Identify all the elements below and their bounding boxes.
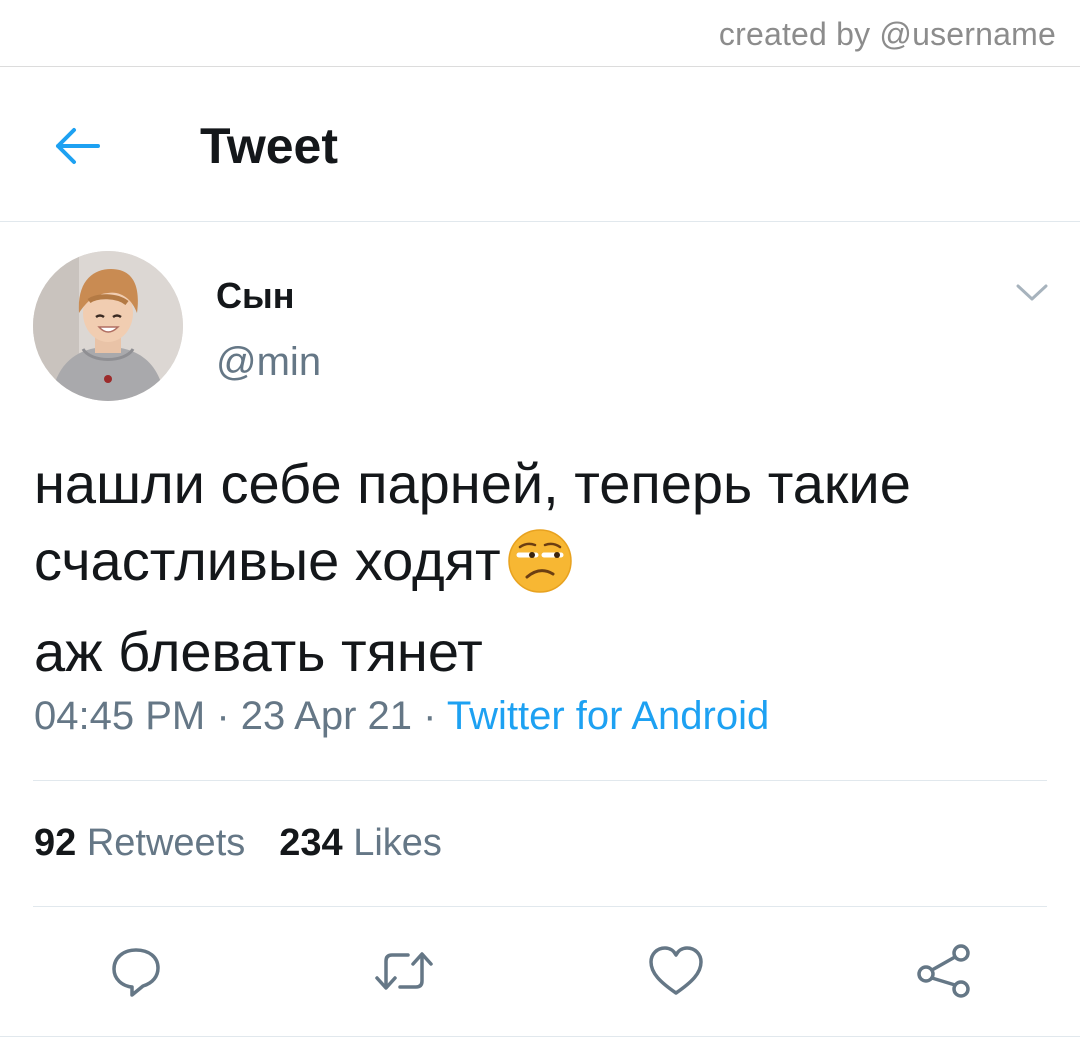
tweet-actions — [0, 935, 1080, 1007]
tweet-text-line: нашли себе парней, теперь такие — [34, 452, 911, 515]
retweet-icon — [375, 952, 433, 990]
credit-bar: created by @username — [0, 0, 1080, 67]
tweet-meta: 04:45 PM · 23 Apr 21 · Twitter for Andro… — [34, 694, 769, 739]
like-button[interactable] — [640, 935, 712, 1007]
retweets-label: Retweets — [86, 822, 246, 864]
creator-credit: created by @username — [718, 16, 1056, 52]
retweets-count: 92 — [34, 822, 77, 864]
tweet-detail-screen: created by @username Tweet Сын @min нашл… — [0, 0, 1080, 1054]
tweet-stats: 92 Retweets 234 Likes — [34, 822, 442, 865]
tweet-text-segment: счастливые ходят — [34, 529, 501, 592]
divider — [33, 780, 1047, 781]
tweet-text-line: аж блевать тянет — [34, 620, 483, 683]
unamused-face-emoji — [507, 528, 573, 613]
reply-icon — [112, 948, 160, 997]
avatar[interactable] — [33, 251, 183, 401]
share-button[interactable] — [908, 935, 980, 1007]
heart-icon — [649, 946, 703, 995]
meta-separator: · — [412, 694, 447, 738]
tweet-time: 04:45 PM — [34, 694, 206, 738]
likes-label: Likes — [353, 822, 442, 864]
arrow-left-icon — [56, 128, 100, 164]
likes-count: 234 — [279, 822, 343, 864]
tweet-options-button[interactable] — [1012, 278, 1052, 308]
divider — [33, 906, 1047, 907]
likes-stat[interactable]: 234 Likes — [279, 822, 442, 864]
meta-separator: · — [205, 694, 241, 738]
tweet-text: нашли себе парней, теперь такие счастлив… — [34, 445, 1044, 690]
tweet-text-line: счастливые ходят — [34, 522, 1044, 613]
bottom-divider — [0, 1036, 1080, 1037]
top-bar: Tweet — [0, 67, 1080, 222]
retweets-stat[interactable]: 92 Retweets — [34, 822, 245, 864]
page-title: Tweet — [200, 118, 338, 174]
avatar-image — [33, 251, 183, 401]
reply-button[interactable] — [100, 935, 172, 1007]
author-display-name[interactable]: Сын — [216, 275, 295, 317]
tweet-date: 23 Apr 21 — [240, 694, 413, 738]
chevron-down-icon — [1016, 284, 1048, 301]
back-button[interactable] — [48, 117, 106, 175]
author-handle[interactable]: @min — [216, 340, 321, 385]
share-icon — [917, 944, 970, 998]
tweet-source-link[interactable]: Twitter for Android — [447, 694, 769, 738]
retweet-button[interactable] — [368, 935, 440, 1007]
